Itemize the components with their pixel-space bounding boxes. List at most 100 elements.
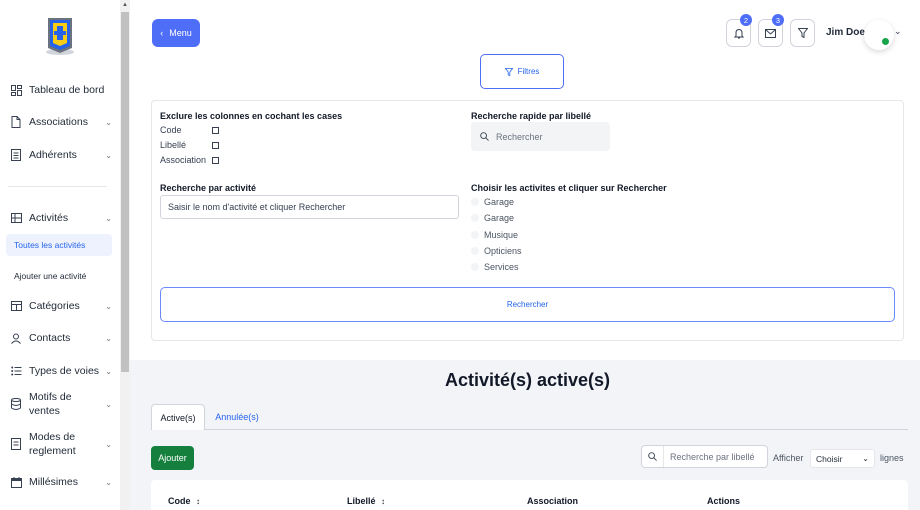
sidebar-item-associations[interactable]: Associations ⌄: [10, 110, 112, 134]
column-header-actions: Actions: [707, 496, 741, 506]
sidebar-subitem-ajouter-une-activite[interactable]: Ajouter une activité: [6, 265, 112, 287]
activity-search-input[interactable]: Saisir le nom d'activité et cliquer Rech…: [160, 195, 459, 219]
exclude-columns-title: Exclure les colonnes en cochant les case…: [160, 111, 343, 121]
exclude-checkbox[interactable]: [212, 156, 219, 164]
menu-button[interactable]: ‹ Menu: [152, 19, 200, 47]
exclude-checkbox[interactable]: [212, 126, 219, 134]
activity-option-checkbox[interactable]: [471, 247, 479, 255]
activity-search-placeholder: Saisir le nom d'activité et cliquer Rech…: [168, 202, 346, 212]
sidebar-item-motifs-de-ventes[interactable]: Motifs de ventes ⌄: [10, 391, 112, 417]
activity-option-checkbox[interactable]: [471, 231, 479, 239]
filters-button-label: Filtres: [517, 67, 540, 76]
exclude-option-label: Association: [160, 155, 207, 165]
chevron-down-icon: ⌄: [105, 439, 112, 449]
filter-icon: [504, 67, 513, 76]
filter-panel: Exclure les colonnes en cochant les case…: [151, 100, 904, 341]
list-bullet-icon: [10, 365, 22, 377]
activity-option[interactable]: Services: [471, 262, 519, 272]
app-logo: [46, 18, 74, 55]
sidebar-item-millesimes[interactable]: Millésimes ⌄: [10, 470, 112, 494]
filters-toggle-button[interactable]: Filtres: [480, 54, 564, 89]
table-icon: [10, 300, 22, 312]
messages-button[interactable]: 3: [758, 14, 784, 47]
activity-option-checkbox[interactable]: [471, 214, 479, 222]
sidebar-item-label: Catégories: [29, 300, 80, 312]
exclude-option-label: Libellé: [160, 140, 187, 150]
chevron-down-icon: ⌄: [105, 150, 112, 160]
sidebar-subitem-label: Toutes les activités: [14, 240, 86, 250]
notifications-badge: 2: [740, 14, 752, 26]
scroll-up-icon[interactable]: ▲: [122, 2, 128, 8]
sidebar-item-contacts[interactable]: Contacts ⌄: [10, 326, 112, 350]
notifications-button[interactable]: 2: [726, 14, 752, 47]
table-search-input[interactable]: Recherche par libellé: [641, 445, 768, 468]
sidebar-item-label: Contacts: [29, 332, 71, 344]
rows-label: lignes: [880, 453, 904, 463]
column-header-code[interactable]: Code ↕: [168, 496, 200, 506]
search-button-label: Rechercher: [506, 300, 549, 309]
search-button[interactable]: Rechercher: [160, 287, 895, 322]
sidebar-item-modes-de-reglement[interactable]: Modes de reglement ⌄: [10, 428, 112, 460]
add-button[interactable]: Ajouter: [151, 446, 194, 470]
page-size-select[interactable]: Choisir ⌄: [810, 449, 875, 468]
online-status-dot: [882, 38, 889, 45]
tab-annulees[interactable]: Annulée(s): [213, 404, 261, 430]
exclude-checkbox[interactable]: [212, 141, 219, 149]
document-icon: [10, 116, 22, 128]
column-header-libelle[interactable]: Libellé ↕: [347, 496, 385, 506]
activity-option-label: Garage: [484, 213, 515, 223]
search-icon: [642, 446, 664, 467]
sidebar-item-label: Motifs de ventes: [29, 391, 72, 417]
quick-search-input[interactable]: Rechercher: [471, 122, 610, 151]
list-section: Activité(s) active(s) Active(s) Annulée(…: [130, 360, 920, 510]
menu-button-label: Menu: [169, 28, 192, 38]
tab-active[interactable]: Active(s): [151, 404, 205, 430]
filter-button[interactable]: [790, 19, 815, 47]
chevron-down-icon: ⌄: [105, 333, 112, 343]
activity-option-label: Musique: [484, 230, 519, 240]
filter-icon: [797, 28, 808, 38]
exclude-option-association[interactable]: Association: [160, 155, 219, 165]
choose-activities-title: Choisir les activites et cliquer sur Rec…: [471, 183, 667, 193]
sidebar-scrollbar[interactable]: ▲: [120, 0, 130, 510]
sidebar-subitem-toutes-les-activites[interactable]: Toutes les activités: [6, 234, 112, 256]
exclude-option-label: Code: [160, 125, 182, 135]
user-name[interactable]: Jim Doe: [826, 27, 865, 38]
show-label: Afficher: [773, 453, 804, 463]
avatar[interactable]: [864, 20, 894, 50]
activity-option-label: Opticiens: [484, 246, 522, 256]
chevron-down-icon: ⌄: [105, 213, 112, 223]
sidebar-item-label: Millésimes: [29, 476, 79, 488]
status-tabs: Active(s) Annulée(s): [151, 404, 908, 430]
activity-option[interactable]: Opticiens: [471, 246, 522, 256]
exclude-option-libelle[interactable]: Libellé: [160, 140, 219, 150]
quick-search-title: Recherche rapide par libellé: [471, 111, 592, 121]
dashboard-icon: [10, 84, 22, 96]
activity-option-checkbox[interactable]: [471, 263, 479, 271]
sidebar-item-types-de-voies[interactable]: Types de voies ⌄: [10, 359, 112, 383]
sidebar-item-label: Tableau de bord: [29, 84, 105, 96]
activity-option[interactable]: Garage: [471, 197, 514, 207]
sidebar-item-adherents[interactable]: Adhérents ⌄: [10, 143, 112, 167]
sidebar-item-categories[interactable]: Catégories ⌄: [10, 294, 112, 318]
sidebar-item-activites[interactable]: Activités ⌄: [10, 206, 112, 230]
main-content: ‹ Menu 2 3 Jim Doe ⌄ Filtres Exclure les…: [130, 0, 920, 510]
sidebar-item-label: Modes de reglement: [29, 431, 76, 457]
activity-option[interactable]: Musique: [471, 230, 518, 240]
page-title: Activité(s) active(s): [444, 370, 611, 390]
chevron-down-icon: ⌄: [105, 399, 112, 409]
sidebar-divider: [8, 186, 107, 187]
sort-icon[interactable]: ↕: [196, 497, 200, 506]
user-menu-chevron-icon[interactable]: ⌄: [894, 26, 902, 37]
activity-search-title: Recherche par activité: [160, 183, 257, 193]
search-icon: [480, 132, 489, 141]
sort-icon[interactable]: ↕: [381, 497, 385, 506]
chevron-left-icon: ‹: [160, 28, 164, 38]
messages-badge: 3: [772, 14, 784, 26]
sidebar-item-tableau-de-bord[interactable]: Tableau de bord: [10, 78, 112, 102]
activity-option[interactable]: Garage: [471, 213, 514, 223]
scrollbar-thumb[interactable]: [121, 12, 129, 372]
activity-option-checkbox[interactable]: [471, 198, 479, 206]
column-header-association: Association: [527, 496, 579, 506]
exclude-option-code[interactable]: Code: [160, 125, 219, 135]
